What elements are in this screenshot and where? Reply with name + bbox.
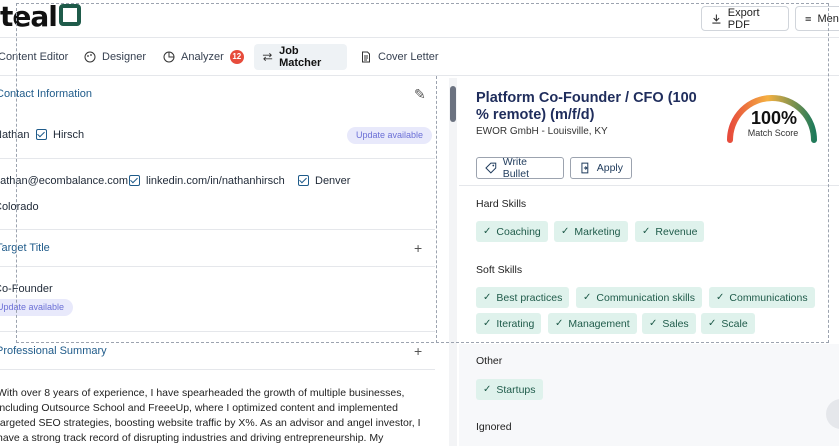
check-icon: ✓	[716, 292, 725, 303]
check-icon: ✓	[483, 384, 492, 395]
city-checkbox[interactable]	[298, 174, 309, 186]
divider	[0, 158, 435, 159]
export-pdf-button[interactable]: Export PDF	[701, 6, 789, 31]
last-name-checkbox[interactable]	[36, 128, 47, 140]
professional-summary-section-header[interactable]: Professional Summary +	[0, 333, 443, 369]
palette-icon	[84, 51, 96, 63]
target-title-value[interactable]: Co-Founder	[0, 283, 53, 295]
scrollbar-thumb[interactable]	[450, 86, 456, 122]
tab-job-matcher[interactable]: Job Matcher	[254, 44, 347, 70]
tab-designer[interactable]: Designer	[76, 44, 154, 70]
update-available-badge[interactable]: Update available	[0, 299, 74, 316]
linkedin-field[interactable]: linkedin.com/in/nathanhirsch	[129, 174, 285, 187]
add-plus-icon[interactable]: +	[414, 240, 422, 256]
top-bar: teal Export PDF Menu	[0, 0, 839, 38]
tab-cover-letter[interactable]: Cover Letter	[352, 44, 447, 70]
state-field[interactable]: Colorado	[0, 201, 39, 213]
pie-chart-icon	[163, 51, 175, 63]
divider	[459, 185, 839, 186]
tag-icon	[485, 162, 497, 174]
contact-section-header[interactable]: Contact Information ✎	[0, 76, 443, 112]
menu-button[interactable]: Menu	[795, 6, 839, 31]
add-plus-icon[interactable]: +	[414, 343, 422, 359]
logo-mark-icon	[58, 4, 81, 26]
skill-chip[interactable]: ✓ Best practices	[476, 287, 570, 308]
other-skills-label: Other	[476, 355, 503, 367]
check-icon: ✓	[483, 318, 492, 329]
skill-chip[interactable]: ✓ Management	[548, 313, 637, 334]
match-score-label: Match Score	[747, 128, 799, 138]
download-icon	[712, 14, 721, 24]
tab-analyzer[interactable]: Analyzer 12	[155, 44, 252, 70]
ignored-skills-label: Ignored	[476, 421, 512, 433]
check-icon: ✓	[483, 292, 492, 303]
skill-chip[interactable]: ✓ Communication skills	[576, 287, 703, 308]
target-title-section-header[interactable]: Target Title +	[0, 230, 443, 266]
check-icon: ✓	[642, 226, 651, 237]
check-icon: ✓	[561, 226, 570, 237]
skill-chip[interactable]: ✓ Communications	[709, 287, 815, 308]
document-icon	[362, 51, 370, 63]
soft-skills-label: Soft Skills	[476, 264, 523, 276]
job-title: Platform Co-Founder / CFO (100 % remote)…	[476, 90, 697, 123]
check-icon: ✓	[649, 318, 658, 329]
skill-chip[interactable]: ✓ Scale	[701, 313, 755, 334]
last-name-field[interactable]: Hirsch	[36, 128, 84, 141]
email-field[interactable]: nathan@ecombalance.com	[0, 175, 128, 187]
linkedin-checkbox[interactable]	[129, 174, 140, 186]
job-company: EWOR GmbH - Louisville, KY	[476, 126, 608, 137]
professional-summary-text[interactable]: With over 8 years of experience, I have …	[0, 386, 427, 446]
update-available-badge[interactable]: Update available	[347, 127, 433, 144]
analyzer-count-badge: 12	[229, 50, 244, 64]
check-icon: ✓	[583, 292, 592, 303]
selection-guide-vertical	[436, 76, 437, 343]
teal-logo[interactable]: teal	[0, 2, 81, 32]
divider	[0, 369, 435, 370]
match-score-value: 100%	[750, 108, 798, 128]
apply-button[interactable]: Apply	[570, 157, 632, 179]
skill-chip[interactable]: ✓ Startups	[476, 379, 543, 400]
check-icon: ✓	[483, 226, 492, 237]
swap-arrows-icon	[262, 52, 273, 62]
skill-chip[interactable]: ✓ Coaching	[476, 221, 548, 242]
main-tabs: Content Editor Designer Analyzer 12 Job …	[0, 38, 839, 76]
skill-chip[interactable]: ✓ Sales	[642, 313, 696, 334]
skill-chip[interactable]: ✓ Marketing	[554, 221, 628, 242]
hard-skills-label: Hard Skills	[476, 198, 527, 210]
check-icon: ✓	[555, 318, 564, 329]
tab-content-editor[interactable]: Content Editor	[0, 44, 76, 70]
hamburger-icon	[805, 16, 811, 21]
skill-chip[interactable]: ✓ Revenue	[635, 221, 705, 242]
city-field[interactable]: Denver	[298, 174, 350, 187]
scrollbar-track[interactable]	[449, 78, 457, 446]
check-icon: ✓	[708, 318, 717, 329]
write-bullet-button[interactable]: Write Bullet	[476, 156, 564, 180]
divider	[0, 266, 435, 267]
skill-chip[interactable]: ✓ Iterating	[476, 313, 542, 334]
first-name-field[interactable]: Nathan	[0, 129, 29, 141]
divider	[0, 331, 435, 332]
apply-icon	[581, 162, 589, 174]
edit-pencil-icon[interactable]: ✎	[414, 86, 426, 103]
